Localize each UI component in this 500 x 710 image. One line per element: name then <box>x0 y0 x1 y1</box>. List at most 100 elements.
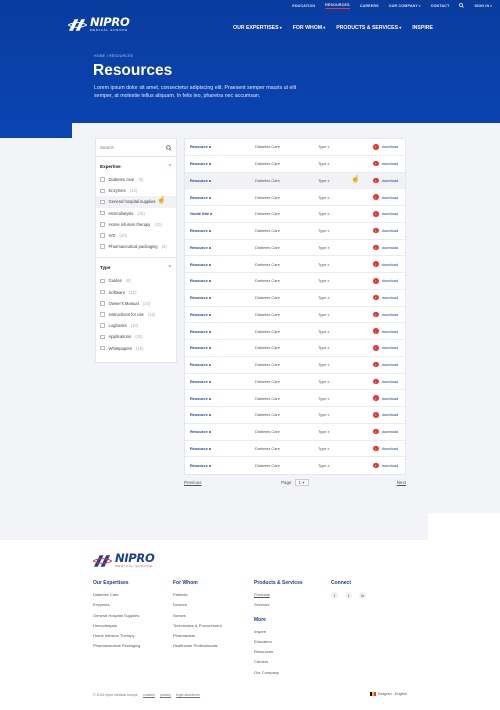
checkbox[interactable] <box>100 233 105 238</box>
footer-link[interactable]: Home Infusion Therapy <box>93 633 140 643</box>
topnav-our-company[interactable]: OUR COMPANY <box>389 4 421 8</box>
footer-logo[interactable]: NIPRO MEDICAL EUROPE <box>93 552 155 568</box>
download-button[interactable]: ↓ download <box>373 395 398 401</box>
footer-link[interactable]: General Hospital Supplies <box>93 613 140 623</box>
footer-link[interactable]: Resources <box>254 649 303 659</box>
resource-name-link[interactable]: Resource a <box>190 312 255 317</box>
signin-link[interactable]: SIGN IN <box>474 4 492 8</box>
download-button[interactable]: ↓ download <box>373 345 398 351</box>
resource-name-link[interactable]: Resource a <box>190 245 255 250</box>
download-button[interactable]: ↓ download <box>373 328 398 334</box>
checkbox[interactable] <box>100 289 105 295</box>
resource-name-link[interactable]: Resource a <box>190 144 255 149</box>
footer-link[interactable]: Hemodialysis <box>93 623 140 633</box>
filter-option[interactable]: IVD (10) <box>96 230 176 241</box>
search-box[interactable]: Search <box>96 139 176 157</box>
filter-group-expertise[interactable]: Expertise ⌃ <box>96 159 176 174</box>
resource-name-link[interactable]: Resource a <box>190 329 255 334</box>
resource-name-link[interactable]: Resource a <box>190 345 255 350</box>
language-selector[interactable]: Belgium - English <box>370 692 407 696</box>
checkbox[interactable] <box>100 345 105 351</box>
checkbox[interactable] <box>100 323 105 328</box>
download-button[interactable]: ↓ download <box>373 412 398 418</box>
twitter-icon[interactable]: t <box>345 592 352 599</box>
footer-link[interactable]: Nurses <box>173 613 222 623</box>
resource-name-link[interactable]: Resource a <box>190 295 255 300</box>
download-button[interactable]: ↓ download <box>373 294 398 301</box>
resource-name-link[interactable]: Resource a <box>190 195 255 200</box>
resource-name-link[interactable]: Resource a <box>190 178 255 183</box>
footer-link[interactable]: Doctors <box>173 602 222 612</box>
cookies-link[interactable]: cookies <box>143 693 155 697</box>
nipro-logo[interactable]: NIPRO MEDICAL EUROPE <box>68 16 130 32</box>
download-button[interactable]: ↓ download <box>373 244 398 251</box>
footer-link[interactable]: Healthcare Professionals <box>173 643 222 653</box>
footer-link[interactable]: Careers <box>254 659 303 669</box>
checkbox[interactable] <box>100 278 105 284</box>
download-button[interactable]: ↓ download <box>373 160 398 167</box>
download-button[interactable]: ↓ download <box>373 194 398 200</box>
download-button[interactable]: ↓ download <box>373 378 398 385</box>
next-page-link[interactable]: Next <box>397 480 406 485</box>
download-button[interactable]: ↓ download <box>373 462 398 469</box>
filter-option[interactable]: Diabetes care (5) <box>96 174 176 185</box>
checkbox[interactable] <box>100 177 105 182</box>
footer-link[interactable]: Inspire <box>254 629 303 639</box>
filter-option[interactable]: Applications (20) <box>96 331 176 342</box>
page-select[interactable]: 1 ▾ <box>294 479 309 486</box>
footer-link[interactable]: Diabetes Care <box>93 592 140 602</box>
resource-name-link[interactable]: Resource a <box>190 228 255 233</box>
filter-option[interactable]: Guides (8) <box>96 275 176 286</box>
download-button[interactable]: ↓ download <box>373 144 398 150</box>
resource-name-link[interactable]: Resource a <box>190 396 255 401</box>
download-button[interactable]: ↓ download <box>373 445 398 452</box>
filter-option[interactable]: Whitepapers (15) <box>96 342 176 353</box>
download-button[interactable]: ↓ download <box>373 361 398 368</box>
resource-name-link[interactable]: Resource a <box>190 446 255 451</box>
filter-option[interactable]: Pharmaceutical packaging (5) <box>96 241 176 252</box>
topnav-careers[interactable]: CAREERS <box>360 4 379 8</box>
search-icon[interactable] <box>459 3 465 9</box>
checkbox[interactable] <box>100 188 105 194</box>
resource-name-link[interactable]: Resource a <box>190 262 255 267</box>
linkedin-icon[interactable]: in <box>359 592 366 599</box>
footer-link[interactable]: Pharmaceutical Packaging <box>93 643 140 653</box>
download-button[interactable]: ↓ download <box>373 311 398 318</box>
download-button[interactable]: ↓ download <box>373 227 398 234</box>
topnav-education[interactable]: EDUCATION <box>292 4 315 8</box>
checkbox[interactable] <box>100 301 105 306</box>
chevron-up-icon[interactable]: ⌃ <box>168 164 172 170</box>
download-button[interactable]: ↓ download <box>373 177 398 184</box>
footer-link[interactable]: Our Company <box>254 670 303 680</box>
download-button[interactable]: ↓ download <box>373 428 398 435</box>
resource-name-link[interactable]: Resource a <box>190 278 255 283</box>
filter-option[interactable]: Owner's Manual (10) <box>96 298 176 309</box>
checkbox[interactable] <box>100 244 105 249</box>
footer-link[interactable]: Education <box>254 639 303 649</box>
checkbox[interactable] <box>100 210 105 216</box>
filter-option[interactable]: Hemodialysis (15) <box>96 208 176 219</box>
download-button[interactable]: ↓ download <box>373 261 398 267</box>
search-input[interactable]: Search <box>100 145 114 150</box>
footer-link[interactable]: Enzymes <box>93 602 140 612</box>
search-icon[interactable] <box>166 144 172 151</box>
resource-name-link[interactable]: Resource a <box>190 161 255 166</box>
topnav-contact[interactable]: CONTACT <box>431 4 450 8</box>
nav-products-services[interactable]: PRODUCTS & SERVICES <box>336 25 401 31</box>
footer-link[interactable]: Patients <box>173 592 222 602</box>
filter-group-type[interactable]: Type ⌃ <box>96 260 176 275</box>
resource-name-link[interactable]: Resource a <box>190 379 255 384</box>
checkbox[interactable] <box>100 222 105 227</box>
filter-option[interactable]: Home infusion therapy (10) <box>96 219 176 230</box>
facebook-icon[interactable]: f <box>331 592 338 599</box>
breadcrumb-home[interactable]: HOME <box>94 54 105 58</box>
legal-disclaimer-link[interactable]: legal disclaimer <box>176 693 200 697</box>
filter-option[interactable]: Logbooks (10) <box>96 320 176 331</box>
filter-option[interactable]: Enzymes (12) <box>96 185 176 196</box>
checkbox[interactable] <box>100 199 105 205</box>
resource-name-link[interactable]: Resource a <box>190 412 255 417</box>
resource-name-link[interactable]: Resource a <box>190 362 255 367</box>
previous-page-link[interactable]: Previous <box>184 480 202 485</box>
footer-link[interactable]: Products <box>254 592 303 602</box>
chevron-up-icon[interactable]: ⌃ <box>168 265 172 271</box>
